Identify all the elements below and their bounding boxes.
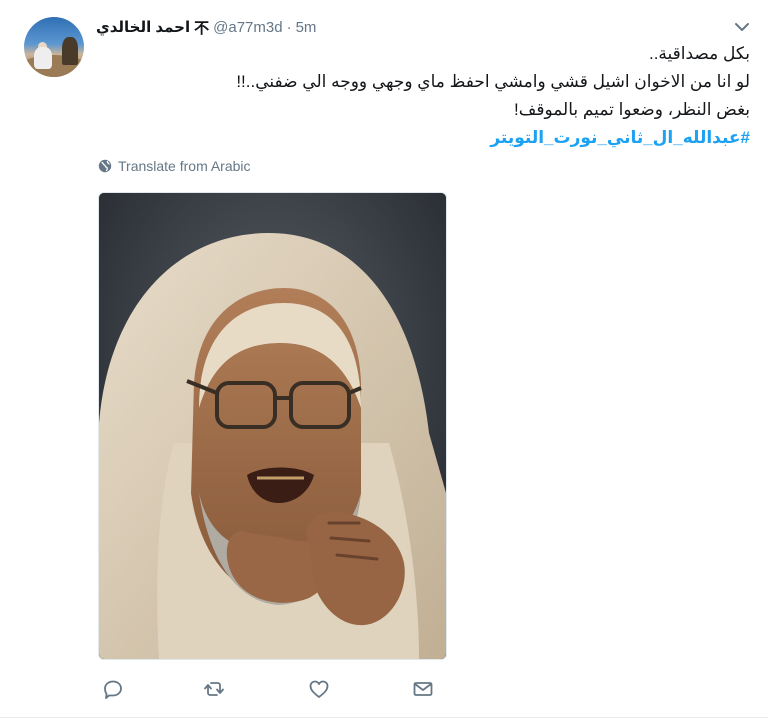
- tweet-timestamp[interactable]: 5m: [296, 19, 317, 36]
- portrait-image: [99, 193, 446, 659]
- envelope-icon[interactable]: [412, 678, 434, 700]
- heart-icon[interactable]: [308, 678, 330, 700]
- reply-icon[interactable]: [102, 678, 124, 700]
- tweet-line: بغض النظر، وضعوا تميم بالموقف!: [514, 100, 750, 119]
- retweet-icon[interactable]: [203, 678, 225, 700]
- hashtag-link[interactable]: #عبدالله_ال_ثاني_نورت_التويتر: [100, 124, 750, 152]
- separator-dot: ·: [286, 18, 292, 36]
- tweet-actions: [98, 678, 438, 700]
- author-handle[interactable]: @a77m3d: [213, 19, 282, 36]
- globe-icon: [98, 159, 112, 173]
- tweet-line: لو انا من الاخوان اشيل قشي وامشي احفظ ما…: [236, 72, 750, 91]
- avatar-camel: [62, 37, 78, 65]
- tweet[interactable]: احمد الخالدي 不 @a77m3d · 5m بكل مصداقية.…: [0, 0, 768, 718]
- chevron-down-icon[interactable]: [733, 20, 751, 34]
- avatar-person: [34, 47, 52, 69]
- translate-label: Translate from Arabic: [118, 158, 251, 174]
- author-name[interactable]: احمد الخالدي: [96, 18, 190, 36]
- author-name-mark: 不: [194, 19, 210, 37]
- tweet-text: بكل مصداقية.. لو انا من الاخوان اشيل قشي…: [100, 40, 750, 152]
- tweet-header: احمد الخالدي 不 @a77m3d · 5m: [96, 17, 316, 37]
- translate-link[interactable]: Translate from Arabic: [98, 157, 251, 175]
- tweet-photo[interactable]: [98, 192, 447, 660]
- avatar[interactable]: [24, 17, 84, 77]
- tweet-line: بكل مصداقية..: [648, 44, 750, 63]
